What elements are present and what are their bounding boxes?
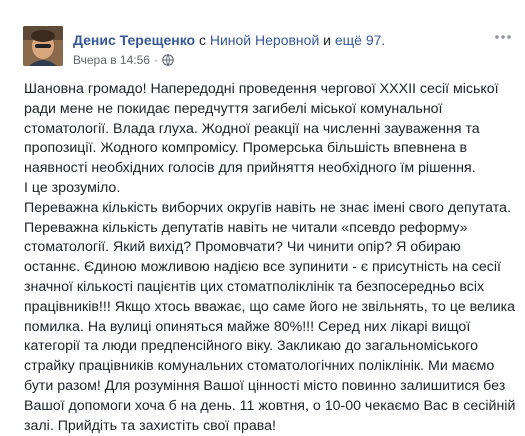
tagged-others-link[interactable]: ещё 97.: [335, 32, 385, 48]
meta-separator: ·: [153, 53, 158, 67]
more-options-button[interactable]: [493, 30, 513, 44]
post-paragraph: Переважна кількість депутатів навіть не …: [24, 219, 516, 434]
and-word: и: [323, 32, 331, 48]
author-name[interactable]: Денис Терещенко: [73, 32, 195, 48]
tagged-person[interactable]: Ниной Неровной: [210, 32, 319, 48]
post-card: Денис Терещенко с Ниной Неровной и ещё 9…: [0, 0, 525, 436]
post-paragraph: І це зрозуміло.: [24, 179, 121, 196]
post-paragraph: Шановна громадо! Напередодні проведення …: [24, 81, 499, 177]
post-header: Денис Терещенко с Ниной Неровной и ещё 9…: [73, 31, 385, 49]
profile-photo: [23, 26, 63, 66]
post-paragraph: Переважна кількість виборчих округів нав…: [24, 199, 511, 216]
post-body: Шановна громадо! Напередодні проведення …: [24, 80, 516, 436]
post-meta: Вчера в 14:56 ·: [73, 53, 174, 70]
avatar[interactable]: [23, 26, 63, 66]
more-horizontal-icon: [495, 35, 511, 39]
globe-icon[interactable]: [162, 54, 174, 70]
with-word: с: [198, 32, 206, 48]
post-timestamp[interactable]: Вчера в 14:56: [73, 53, 150, 67]
